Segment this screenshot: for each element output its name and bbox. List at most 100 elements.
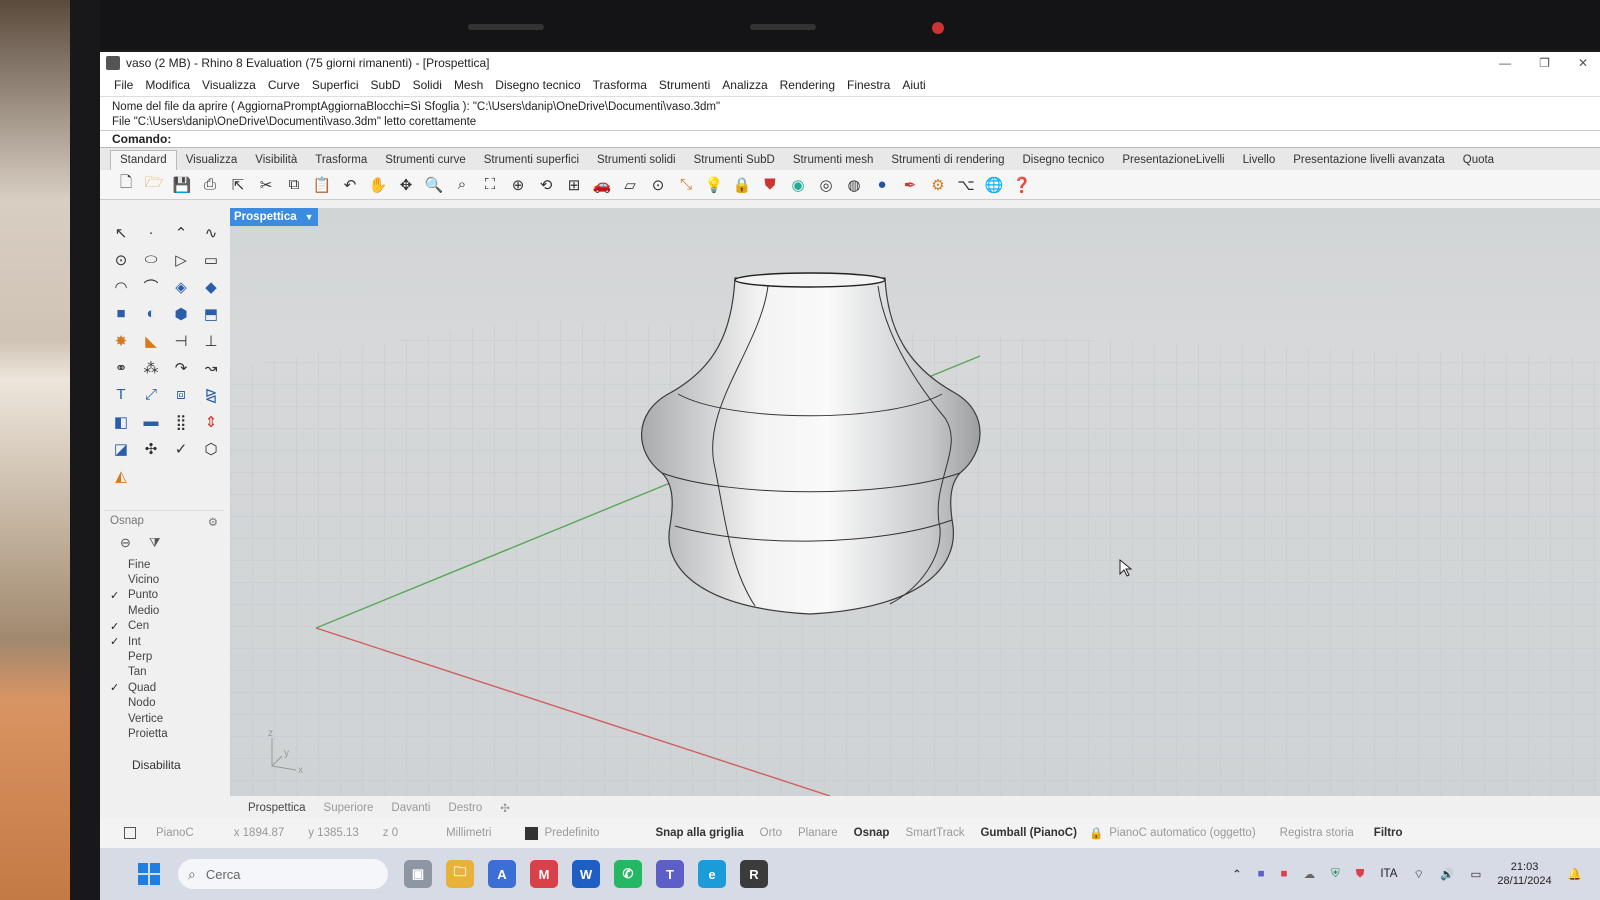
tab-visualizza[interactable]: Visualizza [177, 151, 247, 170]
menu-trasforma[interactable]: Trasforma [587, 78, 653, 92]
tab-visibilita[interactable]: Visibilità [246, 151, 306, 170]
grid-array-icon[interactable]: ⣿ [168, 409, 194, 434]
menu-disegno-tecnico[interactable]: Disegno tecnico [489, 78, 586, 92]
tab-disegno-tecnico[interactable]: Disegno tecnico [1014, 151, 1114, 170]
point-icon[interactable]: · [138, 220, 164, 245]
zoom-extents-icon[interactable]: ⛶ [478, 173, 502, 197]
tab-quota[interactable]: Quota [1454, 151, 1503, 170]
auto-cplane-toggle[interactable]: PianoC automatico (oggetto) [1109, 827, 1255, 839]
boolean-icon[interactable]: ◐ [138, 301, 164, 326]
box-icon[interactable]: ■ [108, 301, 134, 326]
wifi-icon[interactable]: ⌔ [1413, 867, 1424, 882]
menu-rendering[interactable]: Rendering [774, 78, 841, 92]
filter-toggle[interactable]: Filtro [1374, 827, 1403, 839]
polygon-icon[interactable]: ▷ [168, 247, 194, 272]
paste-icon[interactable]: 📋 [310, 173, 334, 197]
pan-hand-icon[interactable]: ✋ [366, 173, 390, 197]
lock-icon[interactable]: 🔒 [730, 173, 754, 197]
tray-red-app-icon[interactable]: ■ [1281, 868, 1288, 880]
check-icon[interactable]: ✓ [168, 436, 194, 461]
checkbox-icon[interactable]: ✓ [110, 620, 122, 633]
gumball-toggle[interactable]: Gumball (PianoC) [980, 827, 1076, 839]
lock-small-icon[interactable]: 🔒 [1089, 826, 1103, 840]
curve-icon[interactable]: ∿ [198, 220, 224, 245]
menu-modifica[interactable]: Modifica [139, 78, 196, 92]
osnap-option[interactable]: ✓ Int [110, 634, 218, 649]
undo-icon[interactable]: ↶ [338, 173, 362, 197]
zoom-selected-icon[interactable]: ⊕ [506, 173, 530, 197]
perspective-viewport[interactable]: z y x Prospettica ▼ [230, 208, 1600, 796]
grasshopper-icon[interactable]: ⌥ [954, 173, 978, 197]
add-viewport-icon[interactable]: ✣ [500, 801, 510, 815]
plane-icon[interactable]: ▱ [618, 173, 642, 197]
tray-teams-icon[interactable]: ■ [1258, 868, 1265, 880]
menu-strumenti[interactable]: Strumenti [653, 78, 716, 92]
tab-strumenti-superfici[interactable]: Strumenti superfici [475, 151, 588, 170]
viewport-tab-superiore[interactable]: Superiore [324, 802, 374, 814]
subd-icon[interactable]: ◣ [138, 328, 164, 353]
surface-icon[interactable]: ◈ [168, 274, 194, 299]
paint-icon[interactable]: ◭ [108, 463, 134, 488]
viewport-tab-davanti[interactable]: Davanti [391, 802, 430, 814]
viewport-title[interactable]: Prospettica ▼ [230, 208, 318, 226]
select-arrow-icon[interactable]: ↖ [108, 220, 134, 245]
gumball-icon[interactable]: ⤡ [674, 173, 698, 197]
osnap-option[interactable]: Vicino [110, 572, 218, 587]
tab-presentazione-livelli[interactable]: PresentazioneLivelli [1113, 151, 1233, 170]
zoom-window-icon[interactable]: ⌕ [450, 173, 474, 197]
rectangle-icon[interactable]: ▭ [198, 247, 224, 272]
transform-icon[interactable]: ⇕ [198, 409, 224, 434]
checkbox-icon[interactable]: ✓ [110, 635, 122, 648]
cylinder-icon[interactable]: ⬢ [168, 301, 194, 326]
rotate-view-icon[interactable]: ✥ [394, 173, 418, 197]
teams-icon[interactable]: T [656, 860, 684, 888]
menu-analizza[interactable]: Analizza [716, 78, 773, 92]
globe-icon[interactable]: 🌐 [982, 173, 1006, 197]
settings-gear-icon[interactable]: ⚙ [926, 173, 950, 197]
whatsapp-icon[interactable]: ✆ [614, 860, 642, 888]
plane-surface-icon[interactable]: ▬ [138, 409, 164, 434]
onedrive-icon[interactable]: ☁ [1304, 867, 1316, 881]
osnap-option[interactable]: Vertice [110, 711, 218, 726]
text-icon[interactable]: T [108, 382, 134, 407]
viewport-menu-arrow-icon[interactable]: ▼ [305, 212, 314, 222]
task-view-icon[interactable]: ▣ [404, 860, 432, 888]
color-wheel-icon[interactable]: ◉ [786, 173, 810, 197]
mirror-icon[interactable]: ⧎ [198, 382, 224, 407]
arc-icon[interactable]: ◠ [108, 274, 134, 299]
offset-icon[interactable]: ↷ [168, 355, 194, 380]
explode-icon[interactable]: ⁂ [138, 355, 164, 380]
record-history-toggle[interactable]: Registra storia [1280, 827, 1354, 839]
menu-subd[interactable]: SubD [365, 78, 407, 92]
help-icon[interactable]: ❓ [1010, 173, 1034, 197]
checkbox-icon[interactable]: ✓ [110, 681, 122, 694]
save-icon[interactable]: 💾 [170, 173, 194, 197]
word-icon[interactable]: W [572, 860, 600, 888]
osnap-filter-icon[interactable]: ⧩ [149, 535, 161, 551]
orto-toggle[interactable]: Orto [760, 827, 782, 839]
car-icon[interactable]: 🚗 [590, 173, 614, 197]
blend-icon[interactable]: ↝ [198, 355, 224, 380]
four-viewports-icon[interactable]: ⊞ [562, 173, 586, 197]
new-file-icon[interactable]: 🗋 [114, 173, 138, 197]
osnap-option[interactable]: Tan [110, 665, 218, 680]
mesh-icon[interactable]: ✸ [108, 328, 134, 353]
rhino-taskbar-icon[interactable]: R [740, 860, 768, 888]
print-icon[interactable]: ⎙ [198, 173, 222, 197]
trim-icon[interactable]: ⊣ [168, 328, 194, 353]
command-input[interactable]: Comando: [100, 130, 1600, 148]
render-icon[interactable]: ⬡ [198, 436, 224, 461]
menu-file[interactable]: File [108, 78, 139, 92]
sphere-icon[interactable]: ◎ [814, 173, 838, 197]
osnap-option[interactable]: ✓ Quad [110, 680, 218, 695]
tab-strumenti-curve[interactable]: Strumenti curve [376, 151, 475, 170]
osnap-toggle[interactable]: Osnap [854, 827, 890, 839]
osnap-option[interactable]: Nodo [110, 696, 218, 711]
open-file-icon[interactable]: 🗁 [142, 173, 166, 197]
panels-toggle-icon[interactable] [124, 827, 136, 839]
render-sphere-icon[interactable]: ◍ [842, 173, 866, 197]
maximize-button[interactable]: ❐ [1539, 56, 1550, 70]
clock[interactable]: 21:03 28/11/2024 [1497, 860, 1551, 888]
osnap-disable-option[interactable]: Disabilita [110, 758, 218, 772]
zoom-icon[interactable]: 🔍 [422, 173, 446, 197]
